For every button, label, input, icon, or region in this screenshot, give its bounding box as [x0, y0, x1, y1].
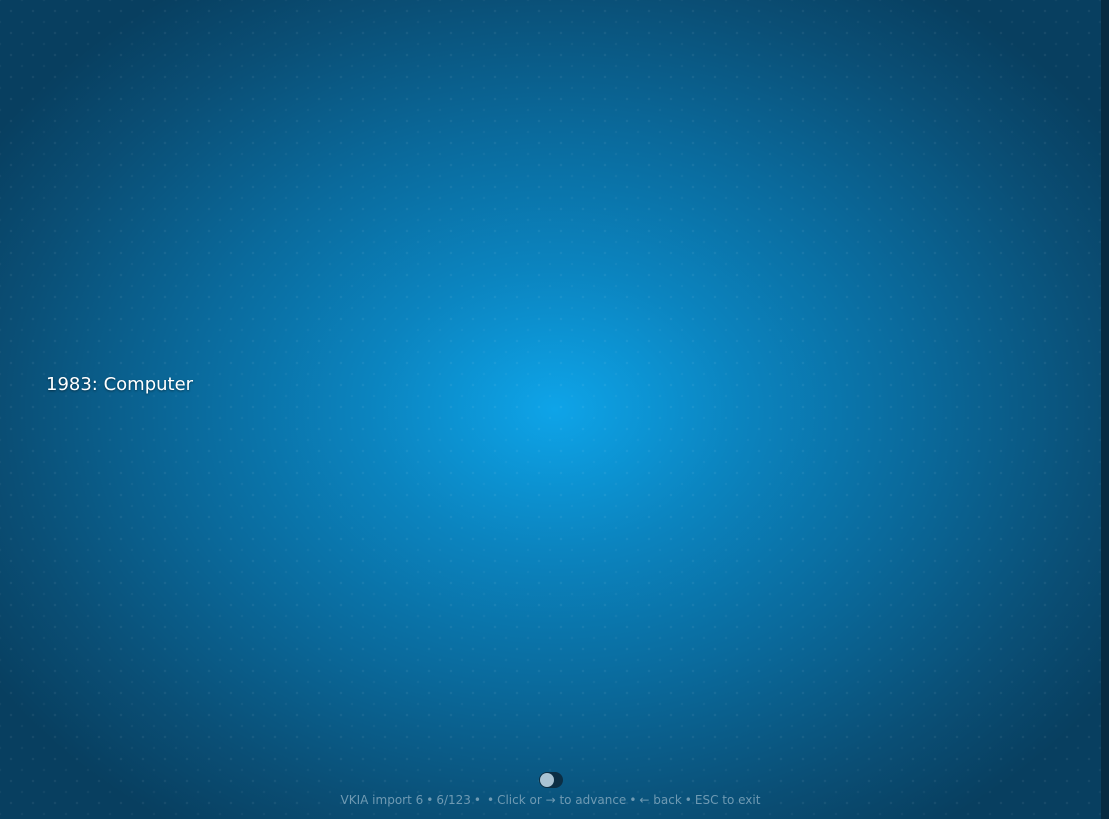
separator: • [684, 793, 692, 807]
separator: • [487, 793, 495, 807]
slide-title: 1983: Computer [46, 374, 194, 395]
separator: • [426, 793, 434, 807]
window-edge [1101, 0, 1109, 819]
exit-hint: ESC to exit [694, 793, 761, 807]
advance-hint: Click or → to advance [497, 793, 627, 807]
slide-position: 6/123 [436, 793, 471, 807]
background-pattern [0, 0, 1109, 819]
toggle-switch-icon[interactable] [539, 772, 563, 788]
separator: • [629, 793, 637, 807]
toggle-knob [540, 773, 554, 787]
back-hint: ← back [639, 793, 682, 807]
separator: • [473, 793, 481, 807]
slide-stage[interactable]: 1983: Computer VKIA import 6 • 6/123 • • Clic… [0, 0, 1109, 819]
footer-status: VKIA import 6 • 6/123 • • Click or → to advan… [0, 791, 1101, 809]
presentation-name: VKIA import 6 [340, 793, 424, 807]
